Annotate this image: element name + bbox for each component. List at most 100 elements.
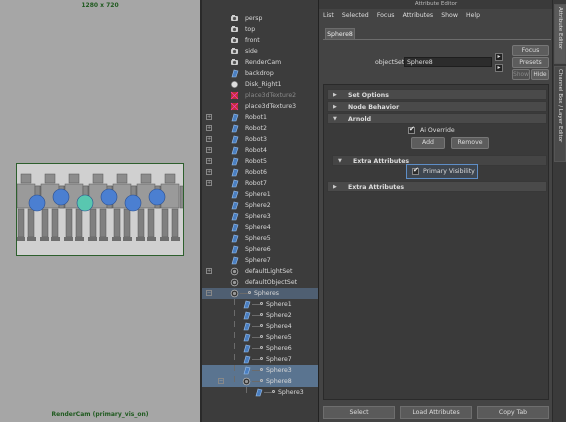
section-set-options[interactable]: ▶ Set Options bbox=[327, 89, 547, 100]
outliner-item[interactable]: Sphere5 bbox=[202, 332, 320, 343]
outliner-item[interactable]: defaultObjectSet bbox=[202, 277, 320, 288]
texture-placement-icon bbox=[230, 102, 239, 111]
outliner-item-label: Robot5 bbox=[245, 158, 267, 165]
outliner-item[interactable]: + Robot7 bbox=[202, 178, 320, 189]
outliner-item[interactable]: + Robot4 bbox=[202, 145, 320, 156]
outliner-item[interactable]: Disk_Right1 bbox=[202, 79, 320, 90]
outliner-item[interactable]: + Robot5 bbox=[202, 156, 320, 167]
outliner-item[interactable]: + Robot1 bbox=[202, 112, 320, 123]
mesh-icon bbox=[230, 256, 239, 265]
expand-icon[interactable]: + bbox=[206, 125, 212, 131]
outliner-item[interactable]: Sphere2 bbox=[202, 310, 320, 321]
expand-icon[interactable]: + bbox=[206, 169, 212, 175]
outliner-item[interactable]: + Robot6 bbox=[202, 167, 320, 178]
section-arnold[interactable]: ▼ Arnold bbox=[327, 113, 547, 124]
outliner-item[interactable]: Sphere5 bbox=[202, 233, 320, 244]
outliner-item[interactable]: − Spheres bbox=[202, 288, 320, 299]
outliner-item[interactable]: side bbox=[202, 46, 320, 57]
set-member-dot-icon bbox=[260, 335, 263, 338]
render-viewport[interactable]: 1280 x 720 RenderCam (primary_vis_on) bbox=[0, 0, 200, 422]
collapse-icon[interactable]: − bbox=[206, 290, 212, 296]
menu-attributes[interactable]: Attributes bbox=[403, 12, 434, 19]
outliner-item[interactable]: top bbox=[202, 24, 320, 35]
outliner-item[interactable]: place3dTexture3 bbox=[202, 101, 320, 112]
mesh-icon bbox=[242, 322, 251, 331]
expand-icon[interactable]: + bbox=[206, 158, 212, 164]
remove-button[interactable]: Remove bbox=[451, 137, 489, 149]
select-button[interactable]: Select bbox=[323, 406, 395, 419]
tree-connector bbox=[234, 365, 235, 371]
hide-button[interactable]: Hide bbox=[531, 69, 549, 80]
robots-scene bbox=[17, 164, 183, 255]
load-attributes-button[interactable]: Load Attributes bbox=[400, 406, 472, 419]
menu-focus[interactable]: Focus bbox=[377, 12, 395, 19]
outliner-item-label: backdrop bbox=[245, 70, 274, 77]
outliner-item[interactable]: + Robot3 bbox=[202, 134, 320, 145]
outliner-item[interactable]: Sphere4 bbox=[202, 321, 320, 332]
show-button[interactable]: Show bbox=[512, 69, 530, 80]
tree-connector bbox=[264, 392, 272, 393]
outliner-item[interactable]: Sphere3 bbox=[202, 211, 320, 222]
collapse-icon[interactable]: − bbox=[218, 378, 224, 384]
tree-connector bbox=[234, 321, 235, 327]
add-button[interactable]: Add bbox=[411, 137, 445, 149]
tab-channel-box-layer-editor[interactable]: Channel Box / Layer Editor bbox=[554, 66, 566, 162]
mesh-icon bbox=[230, 212, 239, 221]
outliner-item[interactable]: Sphere4 bbox=[202, 222, 320, 233]
render-frame[interactable] bbox=[16, 163, 184, 256]
menu-help[interactable]: Help bbox=[466, 12, 480, 19]
outliner-item[interactable]: Sphere2 bbox=[202, 200, 320, 211]
outliner-item[interactable]: place3dTexture2 bbox=[202, 90, 320, 101]
set-member-dot-icon bbox=[260, 346, 263, 349]
outliner-item[interactable]: RenderCam bbox=[202, 57, 320, 68]
outliner-item[interactable]: Sphere1 bbox=[202, 189, 320, 200]
outliner-item[interactable]: front bbox=[202, 35, 320, 46]
outliner-item-label: Sphere2 bbox=[266, 312, 292, 319]
outliner-item[interactable]: Sphere7 bbox=[202, 354, 320, 365]
outliner-item[interactable]: persp bbox=[202, 13, 320, 24]
outliner-item-label: Sphere1 bbox=[245, 191, 271, 198]
copy-tab-button[interactable]: Copy Tab bbox=[477, 406, 549, 419]
select-node-output-icon[interactable]: ▸ bbox=[495, 64, 503, 72]
select-node-input-icon[interactable]: ▸ bbox=[495, 53, 503, 61]
tree-connector bbox=[234, 343, 235, 349]
expand-icon[interactable]: + bbox=[206, 147, 212, 153]
menu-show[interactable]: Show bbox=[441, 12, 458, 19]
outliner-item[interactable]: Sphere6 bbox=[202, 343, 320, 354]
focus-button[interactable]: Focus bbox=[512, 45, 549, 56]
menu-selected[interactable]: Selected bbox=[342, 12, 369, 19]
outliner-item[interactable]: Sphere6 bbox=[202, 244, 320, 255]
expanded-arrow-icon: ▼ bbox=[333, 116, 337, 122]
outliner-item[interactable]: Sphere3 bbox=[202, 387, 320, 398]
outliner-item-label: Robot3 bbox=[245, 136, 267, 143]
texture-placement-icon bbox=[230, 91, 239, 100]
outliner-panel[interactable]: persp top front side RenderCam backdrop Disk_R… bbox=[200, 0, 320, 422]
tab-attribute-editor[interactable]: Attribute Editor bbox=[554, 4, 566, 64]
outliner-item-label: place3dTexture3 bbox=[245, 103, 297, 110]
section-node-behavior[interactable]: ▶ Node Behavior bbox=[327, 101, 547, 112]
primary-visibility-checkbox[interactable]: ✔ bbox=[412, 166, 419, 175]
expand-icon[interactable]: + bbox=[206, 136, 212, 142]
attribute-scroll-area[interactable]: ▶ Set Options ▶ Node Behavior ▼ Arnold ✔… bbox=[323, 84, 549, 400]
section-extra-attributes[interactable]: ▶ Extra Attributes bbox=[327, 181, 547, 192]
light-icon bbox=[230, 80, 239, 89]
expand-icon[interactable]: + bbox=[206, 268, 212, 274]
expand-icon[interactable]: + bbox=[206, 180, 212, 186]
outliner-item[interactable]: backdrop bbox=[202, 68, 320, 79]
outliner-item[interactable]: + defaultLightSet bbox=[202, 266, 320, 277]
set-member-dot-icon bbox=[260, 379, 263, 382]
mesh-icon bbox=[230, 234, 239, 243]
checkmark-icon: ✔ bbox=[413, 166, 419, 174]
outliner-item[interactable]: − Sphere8 bbox=[202, 376, 320, 387]
outliner-item[interactable]: Sphere1 bbox=[202, 299, 320, 310]
object-set-name-field[interactable]: Sphere8 bbox=[404, 57, 492, 67]
tab-sphere8[interactable]: Sphere8 bbox=[325, 28, 355, 39]
outliner-item[interactable]: + Robot2 bbox=[202, 123, 320, 134]
ai-override-checkbox[interactable]: ✔ bbox=[408, 125, 415, 134]
presets-button[interactable]: Presets bbox=[512, 57, 549, 68]
expand-icon[interactable]: + bbox=[206, 114, 212, 120]
outliner-item[interactable]: Sphere7 bbox=[202, 255, 320, 266]
outliner-item[interactable]: Sphere3 bbox=[202, 365, 320, 376]
menu-list[interactable]: List bbox=[323, 12, 334, 19]
mesh-icon bbox=[230, 201, 239, 210]
